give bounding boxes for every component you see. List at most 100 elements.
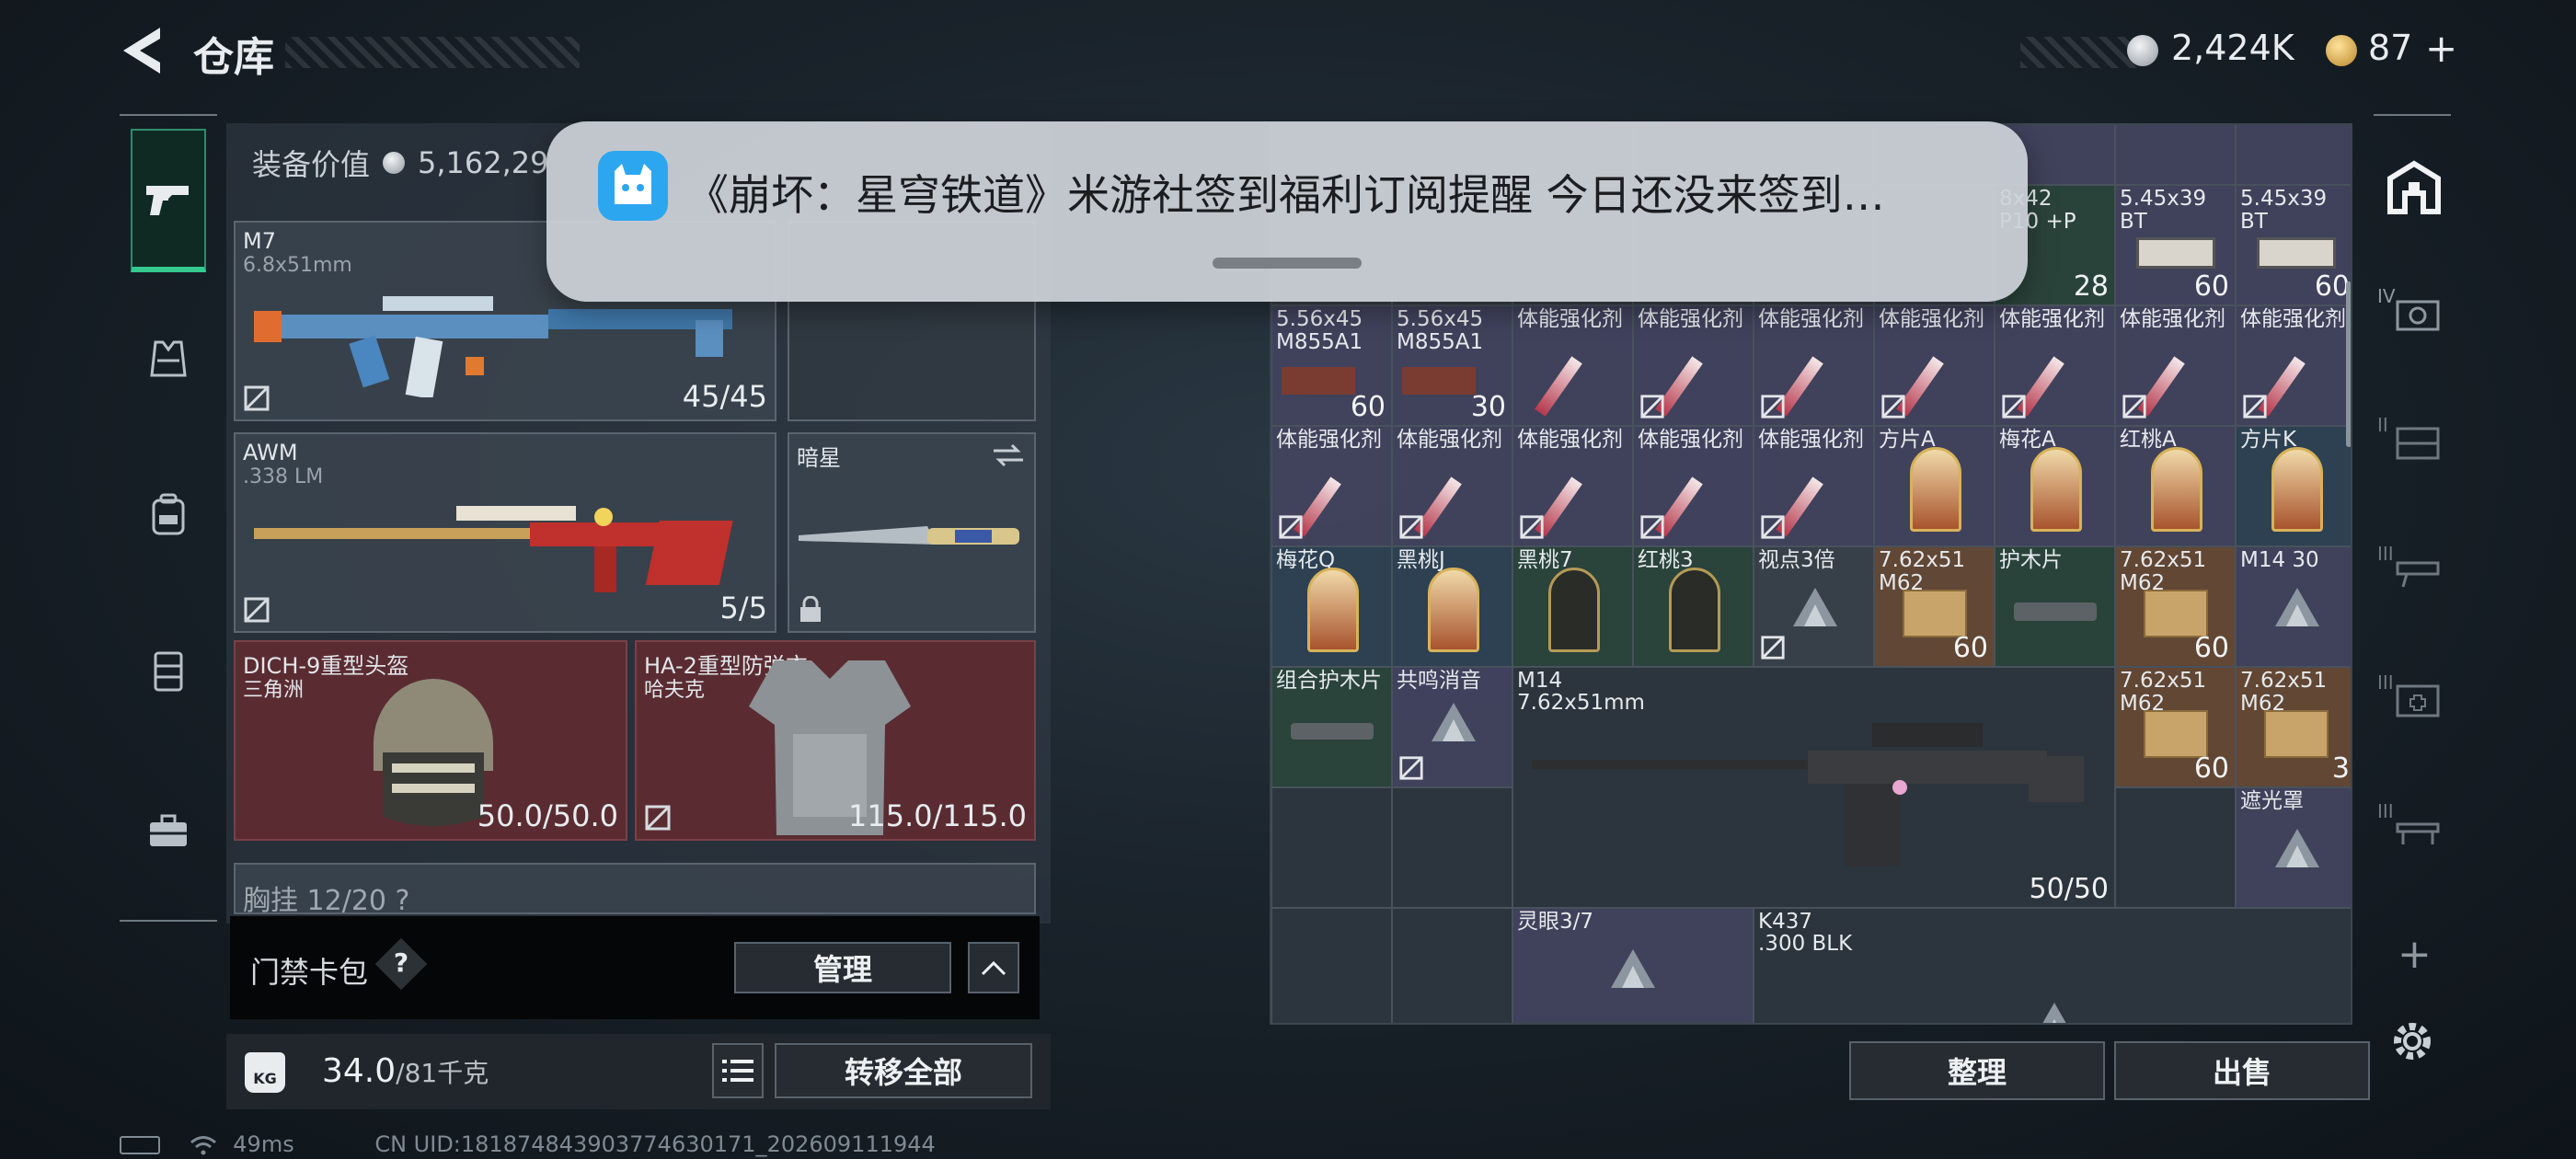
ping-value: 49ms <box>233 1131 294 1157</box>
equip-value-amount: 5,162,29 <box>418 145 549 180</box>
grid-scrollbar[interactable] <box>2346 281 2351 447</box>
grid-cell-empty[interactable] <box>1392 787 1512 908</box>
playing-card-image <box>1910 447 1961 532</box>
no-trade-icon <box>244 385 270 411</box>
ammo-cell[interactable]: 5.56x45 M855A1 60 <box>1271 305 1392 426</box>
scope-cell[interactable]: 视点3倍 <box>1754 546 1874 667</box>
ammo-cell[interactable]: 5.45x39 BT 60 <box>2115 185 2236 305</box>
grid-cell-empty[interactable] <box>2115 787 2236 908</box>
handguard-cell[interactable]: 组合护木片 <box>1271 667 1392 787</box>
list-view-button[interactable] <box>712 1043 764 1098</box>
category-case[interactable] <box>131 786 206 878</box>
weight-icon-label: KG <box>253 1070 277 1087</box>
lens-hood-cell[interactable]: 遮光罩 <box>2236 787 2351 908</box>
item-label: 视点3倍 <box>1758 548 1835 572</box>
stim-cell[interactable]: 体能强化剂 <box>1754 426 1874 546</box>
stim-cell[interactable]: 体能强化剂 <box>1754 305 1874 426</box>
card-cell[interactable]: 黑桃7 <box>1512 546 1633 667</box>
category-armor[interactable] <box>131 313 206 405</box>
sort-button[interactable]: 整理 <box>1849 1041 2105 1100</box>
helmet-slot[interactable]: DICH-9重型头盔 三角洲 50.0/50.0 <box>234 640 627 841</box>
suppressor-cell[interactable]: 共鸣消音 <box>1392 667 1512 787</box>
grid-cell[interactable] <box>2115 125 2236 185</box>
item-label: 体能强化剂 <box>1517 428 1623 452</box>
card-cell[interactable]: 红桃3 <box>1633 546 1754 667</box>
chest-rig-slot[interactable]: 胸挂 12/20 ? <box>234 863 1036 914</box>
category-weapons[interactable] <box>131 129 206 272</box>
knife-image <box>799 526 1019 545</box>
melee-slot[interactable]: 暗星 <box>788 432 1036 633</box>
back-arrow-icon[interactable] <box>120 26 162 75</box>
no-trade-icon <box>1761 515 1785 539</box>
gold-currency-amount: 87 <box>2368 28 2413 68</box>
notification-drag-handle[interactable] <box>1213 258 1362 269</box>
add-storage-button[interactable]: + <box>2398 931 2432 978</box>
stim-cell[interactable]: 体能强化剂 <box>1271 426 1392 546</box>
no-trade-icon <box>1399 515 1423 539</box>
stim-cell[interactable]: 体能强化剂 <box>1633 426 1754 546</box>
stim-cell[interactable]: 体能强化剂 <box>1874 305 1995 426</box>
card-cell[interactable]: 红桃A <box>2115 426 2236 546</box>
card-cell[interactable]: 方片K <box>2236 426 2351 546</box>
stim-cell[interactable]: 体能强化剂 <box>2115 305 2236 426</box>
item-count: 30 <box>1470 391 1506 423</box>
sell-button[interactable]: 出售 <box>2114 1041 2370 1100</box>
grid-cell-empty[interactable] <box>1271 787 1392 908</box>
status-bar: 49ms CN UID:181874843903774630171_202609… <box>120 1131 936 1157</box>
m14-rifle-item[interactable]: M14 7.62x51mm 50/50 <box>1512 667 2115 908</box>
silver-currency-amount: 2,424K <box>2171 28 2294 68</box>
settings-gear-icon[interactable] <box>2388 1017 2436 1065</box>
ammo-cell[interactable]: 5.56x45 M855A1 30 <box>1392 305 1512 426</box>
storage-tab-2[interactable]: II <box>2377 414 2451 469</box>
stim-cell[interactable]: 体能强化剂 <box>1995 305 2115 426</box>
ammo-cell[interactable]: 7.62x51 M62 60 <box>2115 667 2236 787</box>
storage-tab-3c[interactable]: III <box>2377 800 2451 855</box>
storage-tab-4[interactable]: IV <box>2377 285 2451 340</box>
ammo-cell[interactable]: 7.62x51 M62 60 <box>1874 546 1995 667</box>
placeholder-triangle-icon <box>1611 949 1655 988</box>
weapon-ammo: 45/45 <box>682 379 767 414</box>
grid-cell-empty[interactable] <box>1271 908 1392 1023</box>
category-rig[interactable] <box>131 625 206 717</box>
stim-cell[interactable]: 体能强化剂 <box>1392 426 1512 546</box>
stim-cell[interactable]: 体能强化剂 <box>1633 305 1754 426</box>
handguard-cell[interactable]: 护木片 <box>1995 546 2115 667</box>
category-backpack[interactable] <box>131 469 206 561</box>
ammo-cell[interactable]: 5.45x39 BT 60 <box>2236 185 2351 305</box>
stim-cell[interactable]: 体能强化剂 <box>2236 305 2351 426</box>
stim-cell[interactable]: 体能强化剂 <box>1512 305 1633 426</box>
k437-rifle-item[interactable]: K437 .300 BLK <box>1754 908 2351 1023</box>
card-cell[interactable]: 黑桃J <box>1392 546 1512 667</box>
storage-tab-3a[interactable]: III <box>2377 543 2451 598</box>
manage-button[interactable]: 管理 <box>734 942 951 993</box>
weapon-caliber: 7.62x51mm <box>1517 691 1645 715</box>
item-label: 体能强化剂 <box>1517 307 1623 331</box>
warehouse-icon[interactable] <box>2386 160 2442 215</box>
push-notification[interactable]: 《崩坏：星穹铁道》米游社签到福利订阅提醒 今日还没来签到… <box>546 121 2028 302</box>
ammo-cell[interactable]: 7.62x51 M62 3 <box>2236 667 2351 787</box>
collapse-button[interactable] <box>968 942 1019 993</box>
card-cell[interactable]: 方片A <box>1874 426 1995 546</box>
no-trade-icon <box>1279 515 1303 539</box>
stim-cell[interactable]: 体能强化剂 <box>1512 426 1633 546</box>
swap-icon[interactable] <box>990 442 1027 469</box>
melee-name: 暗星 <box>797 445 841 471</box>
add-currency-button[interactable]: + <box>2425 26 2457 71</box>
ammo-crate-image <box>2144 710 2208 758</box>
transfer-all-button[interactable]: 转移全部 <box>775 1043 1032 1098</box>
card-cell[interactable]: 梅花Q <box>1271 546 1392 667</box>
item-label: 7.62x51 M62 <box>2120 669 2207 716</box>
grid-cell-empty[interactable] <box>1392 908 1512 1023</box>
storage-tab-3b[interactable]: III <box>2377 671 2451 727</box>
lingyan-item[interactable]: 灵眼3/7 <box>1512 908 1754 1023</box>
armor-slot[interactable]: HA-2重型防弹衣 哈夫克 115.0/115.0 <box>635 640 1036 841</box>
grid-cell[interactable] <box>2236 125 2351 185</box>
no-trade-icon <box>2002 395 2026 419</box>
ammo-cell[interactable]: 7.62x51 M62 60 <box>2115 546 2236 667</box>
chest-rig-label: 胸挂 12/20 ? <box>243 885 410 914</box>
item-label: 黑桃J <box>1397 548 1445 572</box>
syringe-image <box>1535 356 1582 417</box>
magazine-cell[interactable]: M14 30 <box>2236 546 2351 667</box>
secondary-weapon-slot[interactable]: AWM .338 LM 5/5 <box>234 432 776 633</box>
card-cell[interactable]: 梅花A <box>1995 426 2115 546</box>
